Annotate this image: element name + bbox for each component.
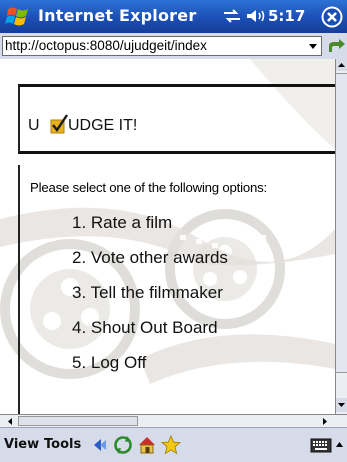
back-icon[interactable] [90,435,110,455]
chevron-down-icon[interactable] [305,37,321,55]
web-content: U UDGE IT! Please select one of the foll… [0,59,347,414]
scroll-right-icon[interactable] [318,416,332,427]
scroll-left-icon[interactable] [4,416,16,427]
instruction-text: Please select one of the following optio… [30,180,267,195]
option-shout-out-board[interactable]: 4. Shout Out Board [72,318,228,353]
vertical-scrollbar[interactable] [335,59,347,414]
close-icon[interactable] [320,5,344,29]
option-log-off[interactable]: 5. Log Off [72,353,228,388]
url-input[interactable]: http://octopus:8080/ujudgeit/index [2,36,322,56]
checkmark-icon [50,114,68,134]
option-tell-filmmaker[interactable]: 3. Tell the filmmaker [72,283,228,318]
horizontal-scrollbar[interactable] [0,414,347,427]
option-vote-awards[interactable]: 2. Vote other awards [72,248,228,283]
bottom-menu-bar: View Tools [0,427,347,462]
home-icon[interactable] [137,435,157,455]
keyboard-icon[interactable] [310,436,332,454]
chevron-up-icon[interactable] [334,436,345,454]
options-list: 1. Rate a film 2. Vote other awards 3. T… [72,213,228,388]
horizontal-scroll-thumb[interactable] [18,416,138,426]
clock[interactable]: 5:17 [268,7,305,25]
refresh-icon[interactable] [113,435,133,455]
go-icon[interactable] [325,37,347,56]
address-bar: http://octopus:8080/ujudgeit/index [0,33,347,59]
scroll-down-icon[interactable] [336,398,347,412]
speaker-icon[interactable] [246,8,266,24]
vertical-scroll-thumb[interactable] [336,73,347,373]
scroll-up-icon[interactable] [336,59,347,71]
title-bar: Internet Explorer 5:17 [0,0,347,33]
logo-text: UDGE IT! [68,117,138,134]
windows-start-icon[interactable] [5,3,33,30]
app-title: Internet Explorer [38,6,197,25]
view-menu[interactable]: View [4,437,39,452]
logo-letter-u: U [28,117,40,134]
connectivity-icon[interactable] [222,8,242,24]
option-rate-film[interactable]: 1. Rate a film [72,213,228,248]
tools-menu[interactable]: Tools [44,437,81,452]
favorites-icon[interactable] [161,435,181,455]
